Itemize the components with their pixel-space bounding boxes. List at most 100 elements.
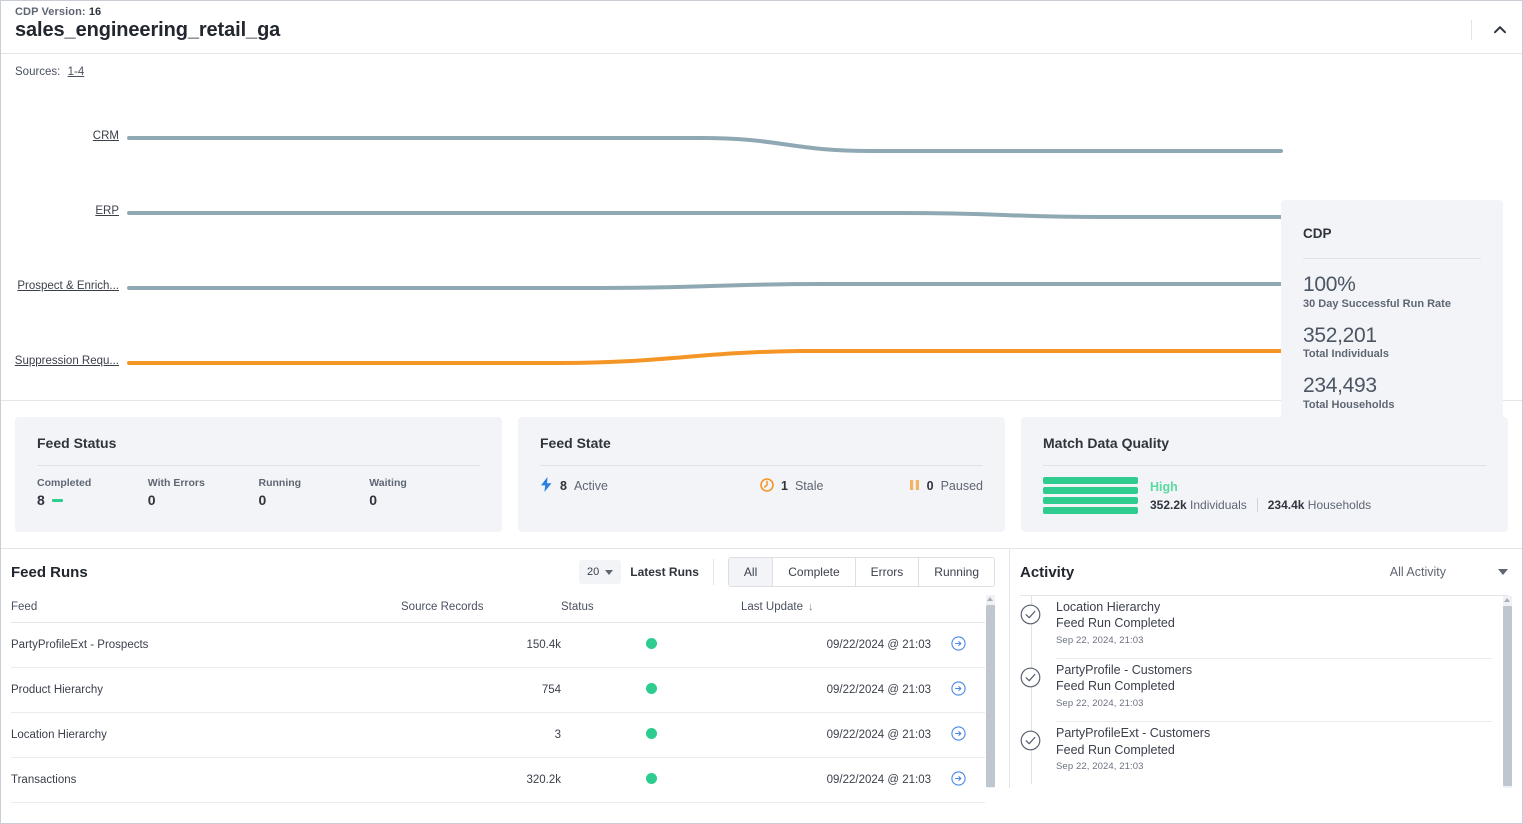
flow-node-suppression-label: Suppression Requ... <box>15 355 119 367</box>
column-header-feed[interactable]: Feed <box>11 595 401 623</box>
list-item[interactable]: PartyProfile - Customers Feed Run Comple… <box>1020 659 1492 722</box>
bottom-section: Feed Runs 20 Latest Runs All Complete Er… <box>1 549 1522 788</box>
column-header-last-update[interactable]: Last Update ↓ <box>741 595 931 623</box>
activity-item-time: Sep 22, 2024, 21:03 <box>1056 761 1492 772</box>
activity-filter-select[interactable]: All Activity <box>1390 565 1508 579</box>
cell-feed: Transactions <box>11 758 401 803</box>
feed-runs-toolbar-divider <box>713 559 714 585</box>
tab-complete[interactable]: Complete <box>773 558 855 586</box>
check-circle-icon <box>1020 612 1041 629</box>
circle-arrow-right-icon[interactable] <box>951 726 966 741</box>
feed-state-stale-count: 1 <box>781 479 788 493</box>
feed-status-with-errors-value: 0 <box>148 492 259 508</box>
match-quality-counts: 352.2k Individuals 234.4k Households <box>1150 498 1371 512</box>
match-quality-body: High 352.2k Individuals 234.4k Household… <box>1043 477 1486 514</box>
cell-last-update: 09/22/2024 @ 21:03 <box>741 623 931 668</box>
status-dot-success-icon <box>646 683 657 694</box>
feed-status-with-errors: With Errors 0 <box>148 477 259 508</box>
page-size-value: 20 <box>587 566 599 578</box>
activity-scroll-thumb[interactable] <box>1503 606 1512 786</box>
feed-runs-filter-tabs: All Complete Errors Running <box>728 557 995 587</box>
table-header-row: Feed Source Records Status Last Update ↓ <box>11 595 985 623</box>
activity-title: Activity <box>1020 564 1074 581</box>
column-header-status[interactable]: Status <box>561 595 741 623</box>
flow-node-prospect-label: Prospect & Enrich... <box>17 280 119 292</box>
flow-node-prospect[interactable]: Prospect & Enrich... <box>1 280 119 292</box>
activity-panel: Activity All Activity Lo <box>1010 549 1522 788</box>
circle-arrow-right-icon[interactable] <box>951 771 966 786</box>
table-row[interactable]: Transactions 320.2k 09/22/2024 @ 21:03 <box>11 758 985 803</box>
column-header-source-records[interactable]: Source Records <box>401 595 561 623</box>
flow-node-erp[interactable]: ERP <box>1 205 119 217</box>
cdp-panel-title: CDP <box>1303 226 1481 241</box>
activity-status <box>1020 599 1042 659</box>
circle-arrow-right-icon[interactable] <box>951 636 966 651</box>
cdp-stat-individuals: 352,201 Total Individuals <box>1303 324 1481 361</box>
match-quality-separator <box>1257 498 1258 512</box>
page-size-select[interactable]: 20 <box>579 560 621 584</box>
sources-label: Sources: <box>15 66 60 78</box>
flow-node-crm-label: CRM <box>93 130 119 142</box>
feed-state-stale: 1 Stale <box>760 478 909 495</box>
activity-list: Location Hierarchy Feed Run Completed Se… <box>1020 596 1522 784</box>
header-actions <box>1471 18 1512 42</box>
sources-range-link[interactable]: 1-4 <box>68 66 85 78</box>
column-header-actions <box>931 595 985 623</box>
flow-line-prospect <box>129 284 1281 288</box>
status-dot-success-icon <box>646 773 657 784</box>
cell-status <box>561 668 741 713</box>
cell-source-records: 150.4k <box>401 623 561 668</box>
scroll-up-arrow-icon[interactable] <box>1504 598 1510 602</box>
feed-runs-scrollbar[interactable] <box>986 595 995 788</box>
feed-state-divider <box>540 465 983 466</box>
feed-status-completed: Completed 8 <box>37 477 148 508</box>
cdp-stat-run-rate: 100% 30 Day Successful Run Rate <box>1303 273 1481 310</box>
activity-scrollbar[interactable] <box>1503 596 1512 788</box>
lightning-bolt-icon <box>540 477 553 495</box>
cdp-stat-individuals-value: 352,201 <box>1303 324 1481 348</box>
cell-action[interactable] <box>931 758 985 803</box>
cell-source-records: 3 <box>401 713 561 758</box>
flow-node-suppression[interactable]: Suppression Requ... <box>1 355 119 367</box>
chevron-down-icon <box>605 570 613 575</box>
circle-arrow-right-icon[interactable] <box>951 681 966 696</box>
feed-status-waiting: Waiting 0 <box>369 477 480 508</box>
activity-content: PartyProfileExt - Customers Feed Run Com… <box>1056 725 1492 784</box>
clock-icon <box>760 478 774 495</box>
feed-status-completed-value-wrap: 8 <box>37 492 148 508</box>
cdp-stat-households-caption: Total Households <box>1303 399 1481 411</box>
feed-runs-header: Feed Runs 20 Latest Runs All Complete Er… <box>11 549 1009 595</box>
feed-state-card: Feed State 8 Active 1 Stale <box>518 417 1005 532</box>
scroll-up-arrow-icon[interactable] <box>987 597 993 601</box>
table-row[interactable]: Location Hierarchy 3 09/22/2024 @ 21:03 <box>11 713 985 758</box>
feed-status-completed-value: 8 <box>37 492 45 508</box>
cell-action[interactable] <box>931 713 985 758</box>
header-divider <box>1471 20 1472 40</box>
feed-runs-scroll-thumb[interactable] <box>986 605 995 787</box>
activity-header: Activity All Activity <box>1020 549 1522 595</box>
tab-all[interactable]: All <box>729 558 773 586</box>
collapse-panel-button[interactable] <box>1488 18 1512 42</box>
cell-action[interactable] <box>931 623 985 668</box>
match-quality-individuals-value: 352.2k <box>1150 498 1187 512</box>
list-item[interactable]: Location Hierarchy Feed Run Completed Se… <box>1020 596 1492 659</box>
table-row[interactable]: PartyProfileExt - Prospects 150.4k 09/22… <box>11 623 985 668</box>
flow-node-crm[interactable]: CRM <box>1 130 119 142</box>
activity-status <box>1020 725 1042 784</box>
match-quality-details: High 352.2k Individuals 234.4k Household… <box>1150 480 1371 512</box>
list-item[interactable]: PartyProfileExt - Customers Feed Run Com… <box>1020 722 1492 784</box>
tab-errors[interactable]: Errors <box>856 558 920 586</box>
tab-running[interactable]: Running <box>919 558 994 586</box>
feed-status-waiting-value: 0 <box>369 492 480 508</box>
activity-item-event: Feed Run Completed <box>1056 742 1492 759</box>
cell-action[interactable] <box>931 668 985 713</box>
table-row[interactable]: Product Hierarchy 754 09/22/2024 @ 21:03 <box>11 668 985 713</box>
cell-feed: Location Hierarchy <box>11 713 401 758</box>
activity-content: Location Hierarchy Feed Run Completed Se… <box>1056 599 1492 659</box>
flow-line-crm <box>129 138 1281 151</box>
activity-item-event: Feed Run Completed <box>1056 678 1492 695</box>
feed-runs-title: Feed Runs <box>11 564 88 581</box>
cdp-summary-panel: CDP 100% 30 Day Successful Run Rate 352,… <box>1281 200 1503 458</box>
feed-state-metrics: 8 Active 1 Stale 0 Paused <box>540 477 983 495</box>
column-header-last-update-label: Last Update <box>741 601 803 613</box>
